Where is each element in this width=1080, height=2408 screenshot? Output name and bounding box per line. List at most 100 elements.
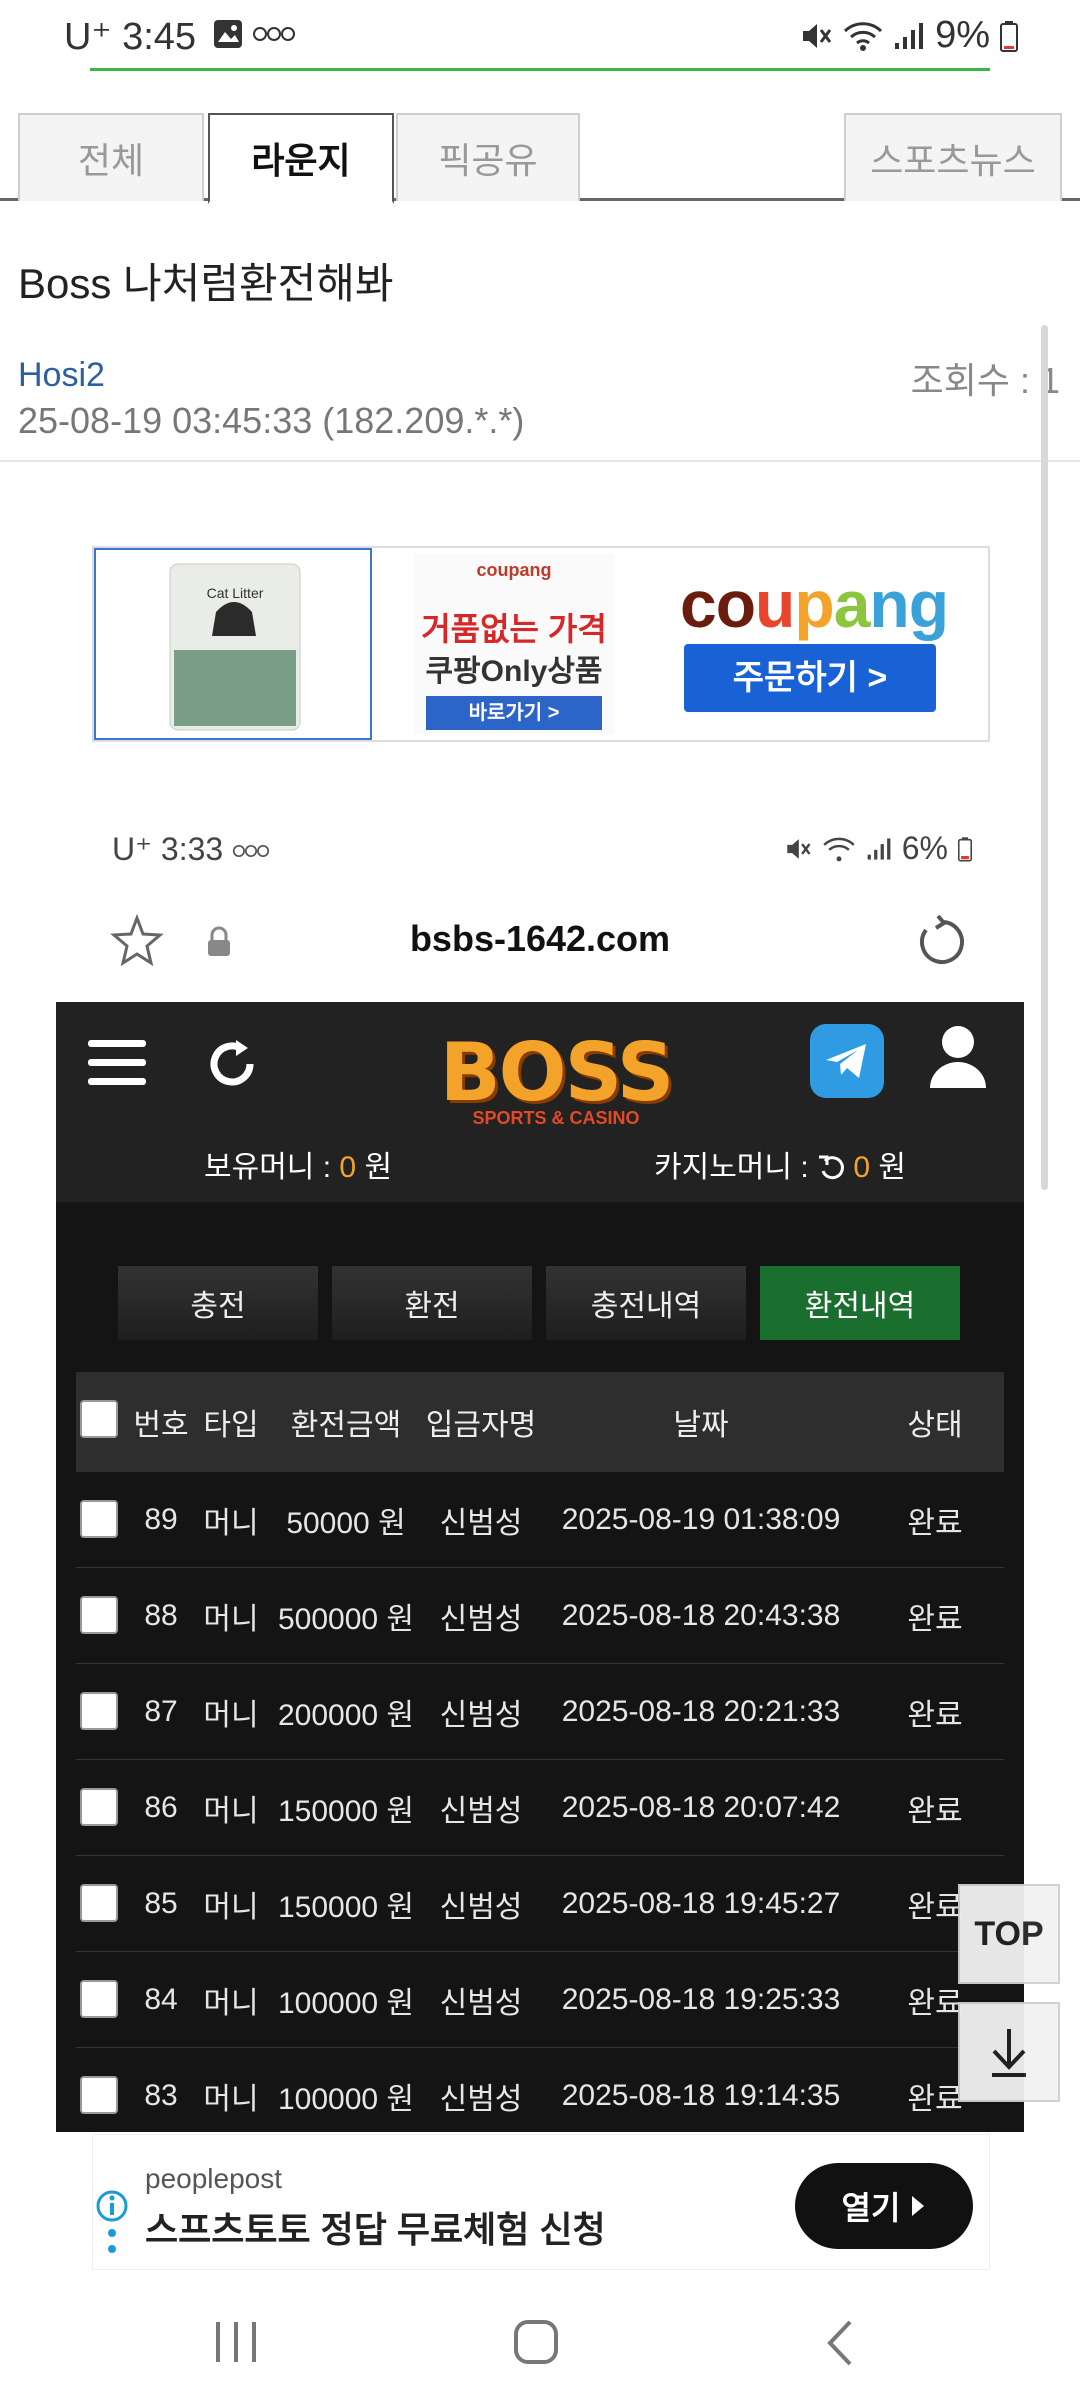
- row-checkbox[interactable]: [80, 1884, 118, 1922]
- tab-lounge[interactable]: 라운지: [208, 113, 394, 204]
- battery-icon: [958, 836, 972, 861]
- row-number: 83: [144, 2078, 178, 2112]
- col-depositor: 입금자명: [425, 1409, 537, 1442]
- peoplepost-ad[interactable]: peoplepost 스프츠토토 정답 무료체험 신청 열기: [92, 2134, 990, 2270]
- table-row[interactable]: 87 머니 200000 원 신범성 2025-08-18 20:21:33 완료: [76, 1664, 1004, 1760]
- casino-balance-display: 카지노머니 : 0 원: [654, 1142, 906, 1186]
- post-author[interactable]: Hosi2: [18, 356, 105, 395]
- row-select-cell: [76, 1952, 126, 2047]
- ad-go-button[interactable]: 바로가기 >: [426, 696, 602, 730]
- row-depositor: 신범성: [439, 2082, 523, 2116]
- battery-icon: [1000, 20, 1018, 52]
- row-depositor: 신범성: [439, 1602, 523, 1636]
- scrollbar[interactable]: [1041, 325, 1048, 1190]
- withdraw-button[interactable]: 환전: [332, 1266, 532, 1340]
- tab-all[interactable]: 전체: [18, 113, 204, 201]
- status-bar: U⁺ 3:45 9%: [0, 0, 1080, 71]
- refresh-icon[interactable]: [204, 1036, 260, 1092]
- ad-open-button[interactable]: 열기: [795, 2163, 973, 2249]
- row-date: 2025-08-18 20:21:33: [561, 1694, 841, 1728]
- row-status: 완료: [907, 1698, 963, 1732]
- coupang-logo: coupang: [680, 567, 949, 641]
- table-row[interactable]: 84 머니 100000 원 신범성 2025-08-18 19:25:33 완료: [76, 1952, 1004, 2048]
- recent-apps-icon[interactable]: [212, 2320, 262, 2364]
- reload-icon[interactable]: [914, 914, 970, 970]
- row-amount: 150000 원: [277, 1890, 415, 1924]
- row-status: 완료: [907, 1602, 963, 1636]
- table-row[interactable]: 89 머니 50000 원 신범성 2025-08-19 01:38:09 완료: [76, 1472, 1004, 1568]
- back-icon[interactable]: [822, 2318, 856, 2368]
- hamburger-menu-icon[interactable]: [86, 1036, 148, 1090]
- row-type: 머니: [203, 1890, 259, 1924]
- row-number: 88: [144, 1598, 178, 1632]
- row-amount: 100000 원: [277, 2082, 415, 2116]
- scroll-bottom-button[interactable]: [958, 2002, 1060, 2102]
- telegram-icon[interactable]: [810, 1024, 884, 1098]
- row-checkbox[interactable]: [80, 2076, 118, 2114]
- row-select-cell: [76, 1856, 126, 1951]
- row-status: 완료: [907, 1794, 963, 1828]
- col-date: 날짜: [673, 1409, 729, 1442]
- row-number: 86: [144, 1790, 178, 1824]
- embedded-status-right: 6%: [784, 830, 972, 867]
- tab-sports-news[interactable]: 스포츠뉴스: [844, 113, 1062, 201]
- balance-value: 0: [339, 1151, 357, 1184]
- mute-icon: [803, 23, 832, 48]
- col-type: 타입: [203, 1409, 259, 1442]
- info-icon[interactable]: [95, 2189, 129, 2269]
- ad-product-image[interactable]: Cat Litter: [94, 548, 372, 740]
- table-row[interactable]: 83 머니 100000 원 신범성 2025-08-18 19:14:35 완료: [76, 2048, 1004, 2132]
- table-row[interactable]: 85 머니 150000 원 신범성 2025-08-18 19:45:27 완료: [76, 1856, 1004, 1952]
- embedded-site: BOSS SPORTS & CASINO 보유머니 : 0 원 카지노머니 : …: [56, 1002, 1024, 2132]
- boss-logo[interactable]: BOSS: [416, 1026, 696, 1119]
- row-checkbox[interactable]: [80, 1980, 118, 2018]
- row-number: 85: [144, 1886, 178, 1920]
- ad-text[interactable]: 스프츠토토 정답 무료체험 신청: [145, 2201, 606, 2253]
- deposit-button[interactable]: 충전: [118, 1266, 318, 1340]
- play-arrow-icon: [912, 2196, 925, 2216]
- deposit-history-button[interactable]: 충전내역: [546, 1266, 746, 1340]
- row-type: 머니: [203, 1698, 259, 1732]
- ad-brand-small: coupang: [476, 560, 552, 580]
- row-checkbox[interactable]: [80, 1692, 118, 1730]
- user-icon[interactable]: [928, 1022, 988, 1090]
- page-load-progress: [90, 68, 990, 71]
- clock: 3:45: [122, 16, 197, 58]
- table-row[interactable]: 88 머니 500000 원 신범성 2025-08-18 20:43:38 완료: [76, 1568, 1004, 1664]
- divider: [0, 460, 1080, 462]
- ad-promo-card[interactable]: coupang 거품없는 가격 쿠팡Only상품 바로가기 >: [414, 554, 614, 734]
- row-checkbox[interactable]: [80, 1500, 118, 1538]
- ad-source: peoplepost: [145, 2163, 283, 2194]
- boss-logo-subtitle: SPORTS & CASINO: [472, 1108, 640, 1128]
- balance-unit: 원: [364, 1151, 393, 1184]
- casino-refresh-icon[interactable]: [817, 1153, 845, 1181]
- ad-order-button[interactable]: 주문하기 >: [684, 644, 936, 712]
- gallery-icon: [214, 20, 242, 48]
- withdraw-history-button[interactable]: 환전내역: [760, 1266, 960, 1340]
- table-header: 번호 타입 환전금액 입금자명 날짜 상태: [76, 1372, 1004, 1472]
- mute-icon: [787, 838, 811, 859]
- carrier-label: U⁺: [64, 16, 112, 58]
- col-number: 번호: [133, 1409, 189, 1442]
- tab-pick-share[interactable]: 픽공유: [396, 113, 580, 201]
- row-amount: 50000 원: [286, 1506, 406, 1540]
- row-checkbox[interactable]: [80, 1788, 118, 1826]
- carrier-time: U⁺ 3:45: [64, 14, 196, 59]
- notification-icons: [212, 18, 296, 50]
- select-all-checkbox[interactable]: [80, 1400, 118, 1438]
- coupang-ad-banner[interactable]: Cat Litter coupang 거품없는 가격 쿠팡Only상품 바로가기…: [92, 546, 990, 742]
- signal-icon: [867, 837, 891, 860]
- row-depositor: 신범성: [439, 1698, 523, 1732]
- row-checkbox[interactable]: [80, 1596, 118, 1634]
- table-row[interactable]: 86 머니 150000 원 신범성 2025-08-18 20:07:42 완료: [76, 1760, 1004, 1856]
- ad-brand-area[interactable]: coupang 주문하기 >: [654, 548, 992, 740]
- row-select-cell: [76, 1568, 126, 1663]
- casino-balance-unit: 원: [878, 1151, 906, 1184]
- status-right: 9%: [799, 14, 1018, 57]
- balance-display: 보유머니 : 0 원: [204, 1142, 392, 1186]
- home-icon[interactable]: [512, 2318, 560, 2366]
- col-amount: 환전금액: [290, 1409, 402, 1442]
- casino-balance-label: 카지노머니 :: [654, 1151, 809, 1184]
- scroll-top-button[interactable]: TOP: [958, 1884, 1060, 1984]
- row-date: 2025-08-18 19:14:35: [561, 2078, 841, 2112]
